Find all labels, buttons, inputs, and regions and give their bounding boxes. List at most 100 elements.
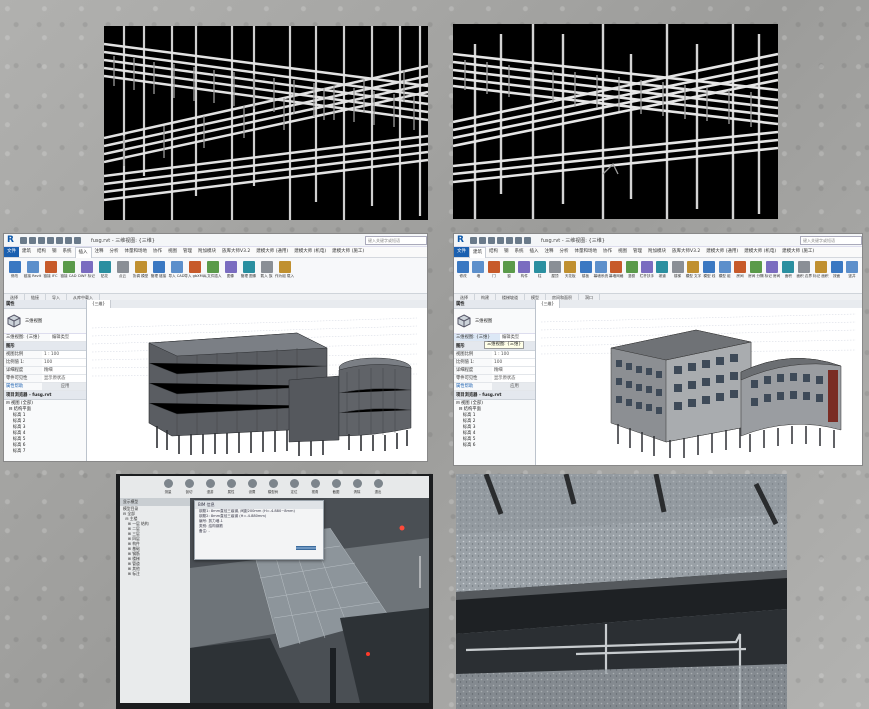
ribbon-button[interactable]: 房间 — [733, 261, 747, 278]
ribbon-tab[interactable]: 族库大师V3.2 — [669, 247, 703, 257]
ribbon-tab[interactable]: 注释 — [542, 247, 557, 257]
revit-logo[interactable]: R — [7, 235, 17, 245]
ribbon-button[interactable]: 模型 文字 — [686, 261, 701, 278]
project-browser-tree[interactable]: ⊟ 视图 (全部) ⊟ 结构平面 标高 1 标高 2 标高 3 标高 4 标高 … — [4, 400, 86, 456]
ribbon-button[interactable]: 柱 — [532, 261, 546, 278]
property-row[interactable]: 比例值 1: 100 — [454, 359, 535, 367]
ribbon-tab[interactable]: 建模大师 (机电) — [741, 247, 779, 257]
ribbon-button[interactable]: 载入 族 — [258, 261, 275, 278]
properties-help-link[interactable]: 属性帮助 — [454, 383, 492, 390]
ribbon-tab[interactable]: 建筑 — [19, 247, 34, 257]
ribbon-button[interactable]: 标记 房间 — [765, 261, 780, 278]
bim-toolbar-button[interactable]: 漫游 — [202, 479, 218, 494]
ribbon-button[interactable]: 幕墙系统 — [594, 261, 608, 278]
view-tab[interactable]: {三维} — [536, 300, 561, 308]
ribbon-tab[interactable]: 结构 — [34, 247, 49, 257]
property-row[interactable]: 比例值 1: 100 — [4, 359, 86, 367]
property-value[interactable]: 1 : 100 — [492, 351, 535, 358]
search-input[interactable]: 键入关键字或短语 — [365, 235, 427, 245]
ribbon-tab[interactable]: 系统 — [512, 247, 527, 257]
ribbon-button[interactable]: 竖梃 — [624, 261, 638, 278]
ribbon-button[interactable]: 幕墙网格 — [609, 261, 623, 278]
edit-type-button[interactable]: 编辑类型 — [50, 334, 86, 341]
property-row[interactable]: 视图比例 1 : 100 — [454, 351, 535, 359]
ribbon-tab[interactable]: 注释 — [92, 247, 107, 257]
quick-access-toolbar[interactable] — [20, 236, 81, 244]
ribbon-button[interactable]: 图像 — [222, 261, 239, 278]
property-value[interactable]: 显示原状态 — [492, 375, 535, 382]
ribbon-tab[interactable]: 体量和场地 — [122, 247, 151, 257]
property-value[interactable]: 100 — [42, 359, 86, 366]
ribbon-tab[interactable]: 钢 — [49, 247, 60, 257]
model-tree-item[interactable]: ⊞ 标注 — [120, 571, 190, 576]
property-row[interactable]: 零件可见性 显示原状态 — [454, 375, 535, 383]
ribbon-tab[interactable]: 建模大师 (施工) — [329, 247, 367, 257]
ribbon-tab[interactable]: 视图 — [615, 247, 630, 257]
property-row[interactable]: 详细程度 精细 — [4, 367, 86, 375]
property-value[interactable]: 精细 — [42, 367, 86, 374]
revit-logo[interactable]: R — [457, 235, 467, 245]
ribbon-button[interactable]: 门 — [487, 261, 501, 278]
ribbon-tab[interactable]: 插入 — [527, 247, 542, 257]
bim-toolbar-button[interactable]: 设置 — [244, 479, 260, 494]
bim-toolbar-button[interactable]: 模型树 — [265, 479, 281, 494]
bim-toolbar-button[interactable]: 视角 — [307, 479, 323, 494]
3d-viewport[interactable]: {三维} — [87, 300, 427, 461]
property-row[interactable]: 视图比例 1 : 100 — [4, 351, 86, 359]
property-row[interactable]: 零件可见性 显示原状态 — [4, 375, 86, 383]
ribbon-button[interactable]: 导入 gbXML — [184, 261, 205, 278]
ribbon-tab[interactable]: 建模大师 (通用) — [703, 247, 741, 257]
ribbon-button[interactable]: 面积 — [781, 261, 795, 278]
ribbon-tab[interactable]: 建模大师 (施工) — [779, 247, 817, 257]
ribbon-button[interactable]: 竖井 — [845, 261, 859, 278]
ribbon-button[interactable]: 修改 — [6, 261, 23, 278]
ribbon-button[interactable]: 导入 CAD — [168, 261, 185, 278]
bim-toolbar-button[interactable]: 剖切 — [181, 479, 197, 494]
ribbon-button[interactable]: 模型 线 — [702, 261, 716, 278]
ribbon-tab[interactable]: 分析 — [107, 247, 122, 257]
ribbon-button[interactable]: 标记 面积 — [813, 261, 829, 278]
ribbon-button[interactable]: 天花板 — [563, 261, 577, 278]
ribbon-tab[interactable]: 插入 — [74, 246, 92, 258]
ribbon-tab[interactable]: 协作 — [600, 247, 615, 257]
ribbon-button[interactable]: 从文件插入 — [204, 261, 221, 278]
ribbon-button[interactable]: 构件 — [517, 261, 531, 278]
ribbon-tab[interactable]: 钢 — [501, 247, 512, 257]
ribbon-button[interactable]: 房间 分隔 — [748, 261, 764, 278]
ribbon-tab[interactable]: 族库大师V3.2 — [219, 247, 253, 257]
ribbon-button[interactable]: 修改 — [456, 261, 470, 278]
bim-toolbar-button[interactable]: 属性 — [223, 479, 239, 494]
ribbon-tab[interactable]: 文件 — [4, 247, 19, 257]
ribbon-tab[interactable]: 结构 — [486, 247, 501, 257]
project-browser-tree[interactable]: ⊟ 视图 (全部) ⊟ 结构平面 标高 1 标高 2 标高 3 标高 4 标高 … — [454, 400, 535, 450]
ribbon-button[interactable]: 链接 IFC — [42, 261, 59, 278]
bim-toolbar-button[interactable]: 截图 — [328, 479, 344, 494]
ribbon-tab[interactable]: 建筑 — [469, 246, 486, 258]
ribbon-button[interactable]: 楼梯 — [670, 261, 684, 278]
ribbon-tab[interactable]: 体量和场地 — [572, 247, 601, 257]
ribbon-button[interactable]: 墙 — [471, 261, 485, 278]
ribbon-button[interactable]: 点云 — [114, 261, 131, 278]
ribbon-tab[interactable]: 管理 — [630, 247, 645, 257]
bim-toolbar-button[interactable]: 退出 — [370, 479, 386, 494]
ribbon-tab[interactable]: 视图 — [165, 247, 180, 257]
ribbon-button[interactable]: 管理 图像 — [240, 261, 257, 278]
ribbon-tab[interactable]: 协作 — [150, 247, 165, 257]
ribbon-button[interactable]: 贴花 — [96, 261, 113, 278]
ribbon-tab[interactable]: 管理 — [180, 247, 195, 257]
ribbon-button[interactable]: DWF 标记 — [78, 261, 95, 278]
apply-button[interactable]: 应用 — [42, 383, 86, 390]
bim-toolbar-button[interactable]: 清除 — [349, 479, 365, 494]
property-value[interactable]: 1 : 100 — [42, 351, 86, 358]
ribbon-button[interactable]: 楼板 — [578, 261, 592, 278]
bim-3d-scene[interactable]: BIM 信息 钢筋1: 8mm直径三级钢, 间距200mm (H=-4.880~… — [190, 498, 429, 703]
ribbon-tab[interactable]: 系统 — [60, 247, 75, 257]
ribbon-tab[interactable]: 附加模块 — [195, 247, 219, 257]
3d-viewport[interactable]: {三维} — [536, 300, 862, 465]
view-selector[interactable]: 三维视图: {三维} — [4, 334, 50, 341]
apply-button[interactable]: 应用 — [492, 383, 535, 390]
ribbon-button[interactable]: 窗 — [502, 261, 516, 278]
browser-tree-item[interactable]: 标高 6 — [456, 443, 533, 449]
ribbon-button[interactable]: 坡道 — [655, 261, 669, 278]
ribbon-button[interactable]: 链接 CAD — [60, 261, 77, 278]
